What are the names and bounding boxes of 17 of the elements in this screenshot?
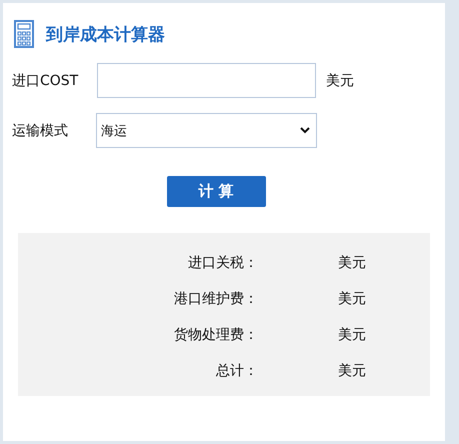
result-label: 进口关税： (187, 254, 258, 272)
cost-input-field[interactable] (97, 63, 316, 98)
mode-label: 运输模式 (12, 122, 69, 140)
calculate-button[interactable]: 计 算 (166, 176, 266, 207)
result-unit: 美元 (338, 290, 366, 308)
result-label: 港口维护费： (173, 290, 258, 308)
calculator-title: 到岸成本计算器 (46, 24, 165, 46)
result-label: 货物处理费： (173, 326, 258, 344)
cost-label: 进口COST (12, 72, 80, 90)
result-unit: 美元 (338, 254, 366, 272)
calculator-icon (14, 20, 34, 48)
unit-label: 美元 (326, 72, 354, 90)
mode-dropdown[interactable]: 海运 (96, 113, 317, 148)
result-unit: 美元 (338, 362, 366, 380)
chevron-down-icon (300, 127, 310, 134)
result-unit: 美元 (338, 326, 366, 344)
result-label: 总计： (215, 362, 258, 380)
